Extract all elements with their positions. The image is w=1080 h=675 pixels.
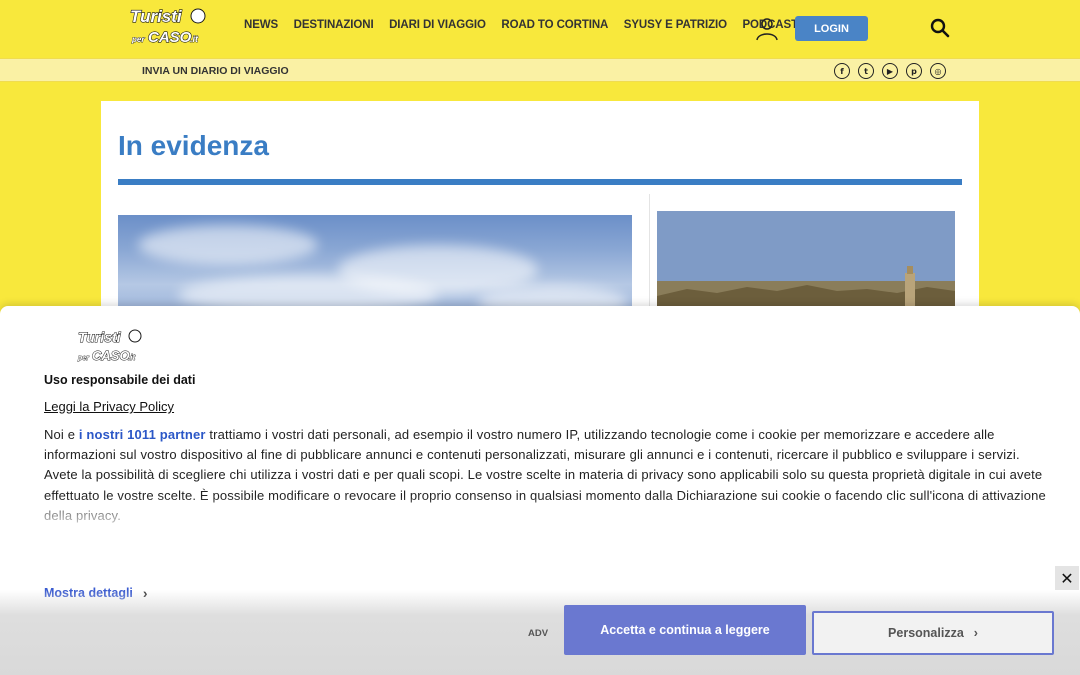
svg-text:CASO: CASO: [92, 348, 130, 363]
nav-road-to-cortina[interactable]: ROAD TO CORTINA: [501, 19, 608, 31]
partners-link[interactable]: i nostri 1011 partner: [79, 427, 206, 442]
accept-button[interactable]: Accetta e continua a leggere: [564, 605, 806, 655]
consent-dialog: Turisti per CASO .it Uso responsabile de…: [0, 306, 1080, 675]
svg-text:per: per: [77, 355, 90, 362]
svg-text:.it: .it: [128, 353, 135, 362]
svg-text:per: per: [131, 35, 145, 44]
nav-syusy-e-patrizio[interactable]: SYUSY E PATRIZIO: [624, 19, 727, 31]
user-icon[interactable]: [755, 16, 779, 42]
svg-text:Turisti: Turisti: [130, 7, 183, 26]
svg-text:CASO: CASO: [148, 29, 192, 46]
adv-label: ADV: [528, 628, 549, 639]
customize-label: Personalizza: [888, 626, 964, 640]
facebook-icon[interactable]: f: [834, 63, 850, 79]
site-header: Turisti per CASO .it NEWS DESTINAZIONI D…: [0, 0, 1080, 58]
consent-text-intro: Noi e: [44, 427, 79, 442]
pinterest-icon[interactable]: p: [906, 63, 922, 79]
login-button[interactable]: LOGIN: [795, 16, 868, 41]
nav-destinazioni[interactable]: DESTINAZIONI: [294, 19, 374, 31]
nav-diari-di-viaggio[interactable]: DIARI DI VIAGGIO: [389, 19, 486, 31]
instagram-icon[interactable]: ◎: [930, 63, 946, 79]
section-divider: [118, 179, 962, 185]
youtube-icon[interactable]: ▶: [882, 63, 898, 79]
consent-logo: Turisti per CASO .it: [77, 329, 142, 364]
customize-button[interactable]: Personalizza ›: [812, 611, 1054, 655]
privacy-policy-link[interactable]: Leggi la Privacy Policy: [44, 399, 174, 414]
section-title: In evidenza: [118, 130, 269, 161]
chevron-right-icon: ›: [973, 626, 978, 640]
featured-section: In evidenza: [101, 101, 979, 331]
close-icon[interactable]: ✕: [1055, 566, 1079, 590]
svg-text:.it: .it: [190, 34, 199, 44]
twitter-icon[interactable]: t: [858, 63, 874, 79]
site-logo[interactable]: Turisti per CASO .it: [128, 4, 206, 46]
svg-text:Turisti: Turisti: [78, 329, 122, 345]
main-nav: NEWS DESTINAZIONI DIARI DI VIAGGIO ROAD …: [244, 19, 814, 31]
search-icon[interactable]: [930, 18, 950, 38]
text-fade: [0, 496, 1080, 586]
submit-diary-link[interactable]: INVIA UN DIARIO DI VIAGGIO: [142, 65, 289, 77]
sub-header: INVIA UN DIARIO DI VIAGGIO f t ▶ p ◎: [0, 58, 1080, 82]
consent-heading: Uso responsabile dei dati: [44, 373, 196, 387]
nav-news[interactable]: NEWS: [244, 19, 278, 31]
social-links: f t ▶ p ◎: [834, 63, 946, 79]
